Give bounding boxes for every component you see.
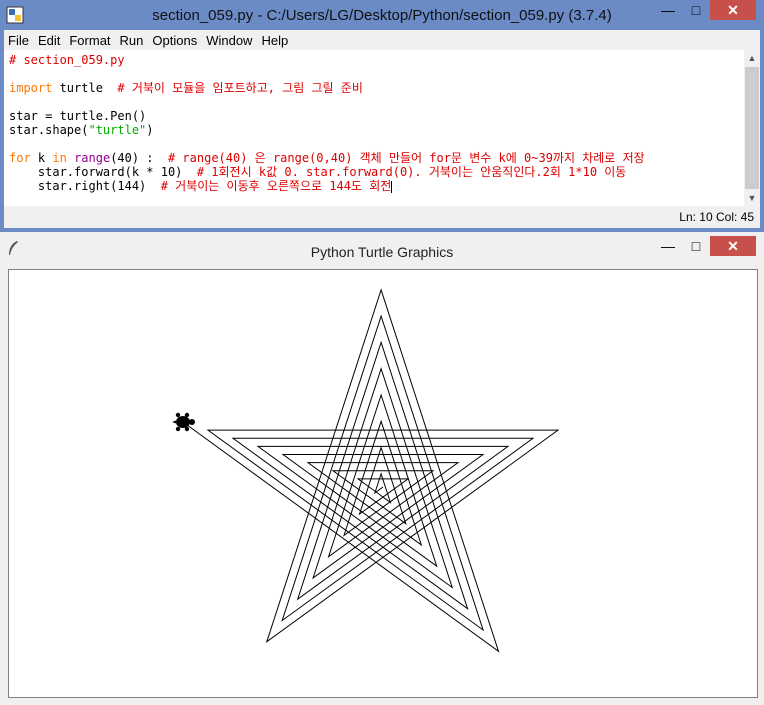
code-text: star.shape( xyxy=(9,123,89,137)
code-keyword: for xyxy=(9,151,31,165)
code-line-5: star = turtle.Pen() xyxy=(9,109,146,123)
code-line-6: star.shape("turtle") xyxy=(9,123,154,137)
turtle-window-controls: — □ ✕ xyxy=(654,236,756,258)
code-line-1: # section_059.py xyxy=(9,53,125,67)
menu-format[interactable]: Format xyxy=(65,33,115,48)
menu-options[interactable]: Options xyxy=(148,33,202,48)
code-comment: # 거북이 모듈을 임포트하고, 그림 그릴 준비 xyxy=(117,81,363,95)
menu-edit[interactable]: Edit xyxy=(34,33,65,48)
turtle-graphics-window: Python Turtle Graphics — □ ✕ xyxy=(0,232,764,705)
close-icon[interactable]: ✕ xyxy=(710,0,756,20)
code-text: star = turtle.Pen() xyxy=(9,109,147,123)
menu-window[interactable]: Window xyxy=(202,33,257,48)
code-comment: # section_059.py xyxy=(9,53,125,67)
close-icon[interactable]: ✕ xyxy=(710,236,756,256)
code-line-9: star.forward(k * 10) # 1회전시 k값 0. star.f… xyxy=(9,165,626,179)
star-drawing xyxy=(172,288,560,653)
maximize-icon[interactable]: □ xyxy=(682,0,710,20)
code-keyword: in xyxy=(52,151,67,165)
code-string: "turtle" xyxy=(88,123,147,137)
maximize-icon[interactable]: □ xyxy=(682,236,710,256)
code-editor[interactable]: # section_059.py import turtle # 거북이 모듈을… xyxy=(4,50,744,206)
code-keyword: import xyxy=(9,81,53,95)
turtle-titlebar[interactable]: Python Turtle Graphics — □ ✕ xyxy=(0,232,764,268)
menu-help[interactable]: Help xyxy=(257,33,293,48)
code-text: star.right(144) xyxy=(9,179,161,193)
status-bar: Ln: 10 Col: 45 xyxy=(4,206,760,228)
idle-editor-window: section_059.py - C:/Users/LG/Desktop/Pyt… xyxy=(0,0,764,232)
editor-scrollbar[interactable]: ▲ ▼ xyxy=(744,50,760,206)
minimize-icon[interactable]: — xyxy=(654,0,682,20)
code-line-3: import turtle # 거북이 모듈을 임포트하고, 그림 그릴 준비 xyxy=(9,81,363,95)
code-comment: # range(40) 은 range(0,40) 객체 만들어 for문 변수… xyxy=(167,151,645,165)
code-comment: # 1회전시 k값 0. star.forward(0). 거북이는 안움직인다… xyxy=(196,165,627,179)
turtle-canvas[interactable] xyxy=(8,269,758,698)
menu-run[interactable]: Run xyxy=(116,33,149,48)
code-text: turtle xyxy=(52,81,118,95)
code-text: k xyxy=(30,151,53,165)
menu-file[interactable]: File xyxy=(4,33,34,48)
code-line-8: for k in range(40) : # range(40) 은 range… xyxy=(9,151,645,165)
scroll-down-icon[interactable]: ▼ xyxy=(744,190,760,206)
idle-window-controls: — □ ✕ xyxy=(654,0,756,22)
code-text: star.forward(k * 10) xyxy=(9,165,197,179)
idle-window-title: section_059.py - C:/Users/LG/Desktop/Pyt… xyxy=(152,7,612,24)
scroll-up-icon[interactable]: ▲ xyxy=(744,50,760,66)
idle-titlebar[interactable]: section_059.py - C:/Users/LG/Desktop/Pyt… xyxy=(0,0,764,30)
code-builtin: range xyxy=(74,151,111,165)
code-text: (40) : xyxy=(110,151,168,165)
star-path xyxy=(182,288,560,653)
cursor-position: Ln: 10 Col: 45 xyxy=(679,210,754,224)
code-comment: # 거북이는 이동후 오른쪽으로 144도 회전 xyxy=(160,179,392,193)
text-cursor xyxy=(391,180,393,193)
code-text: ) xyxy=(146,123,154,137)
menubar: File Edit Format Run Options Window Help xyxy=(4,30,760,50)
code-line-10: star.right(144) # 거북이는 이동후 오른쪽으로 144도 회전 xyxy=(9,179,393,193)
scrollbar-thumb[interactable] xyxy=(745,67,759,189)
turtle-window-title: Python Turtle Graphics xyxy=(310,244,454,260)
minimize-icon[interactable]: — xyxy=(654,236,682,256)
